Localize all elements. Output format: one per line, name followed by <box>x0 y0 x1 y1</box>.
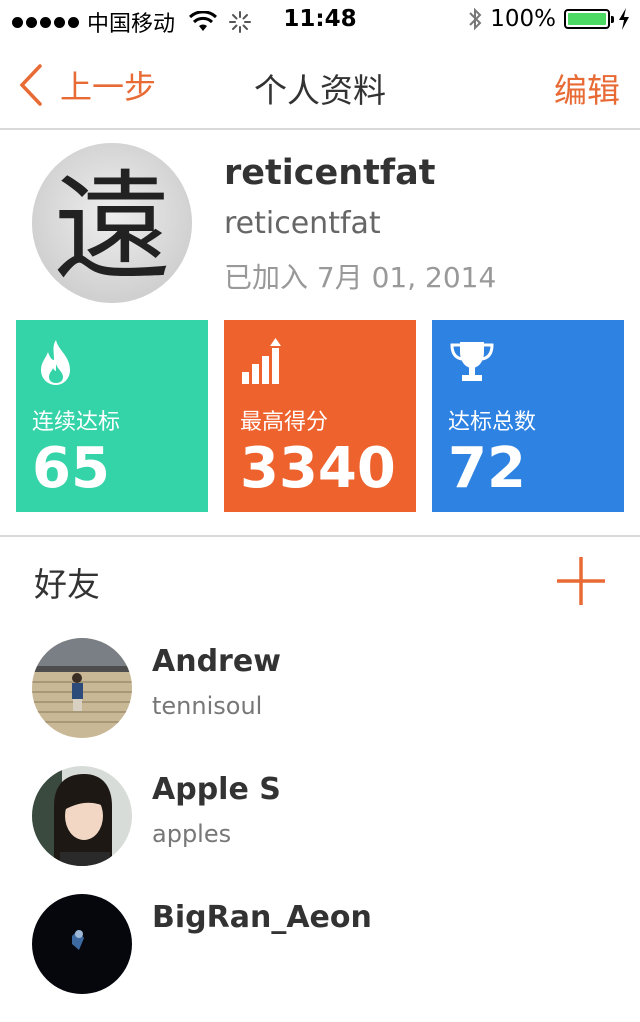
status-bar: 中国移动 11:48 100% <box>0 0 640 40</box>
friend-username: apples <box>152 820 232 848</box>
section-divider <box>0 535 640 537</box>
friend-name: Apple S <box>152 772 281 807</box>
friend-row[interactable]: Andrew tennisoul <box>0 638 640 766</box>
bluetooth-icon <box>469 7 482 31</box>
carrier-name: 中国移动 <box>87 12 176 37</box>
friend-row[interactable]: BigRan_Aeon <box>0 894 640 1022</box>
friend-username: tennisoul <box>152 692 263 720</box>
profile-display-name: reticentfat <box>224 153 436 193</box>
svg-text:遠: 遠 <box>53 158 171 296</box>
profile-username: reticentfat <box>224 206 381 241</box>
status-left: 中国移动 <box>12 6 252 38</box>
status-right: 100% <box>468 6 630 32</box>
wifi-icon <box>189 11 218 31</box>
battery-icon <box>564 9 614 29</box>
bar-chart-icon <box>242 338 281 384</box>
friend-name: Andrew <box>152 644 281 679</box>
signal-strength-icon <box>12 16 79 28</box>
add-friend-button[interactable] <box>556 556 606 606</box>
total-goals-tile[interactable]: 达标总数 72 <box>432 320 624 512</box>
total-goals-value: 72 <box>448 436 526 501</box>
back-button[interactable]: 上一步 <box>18 62 156 108</box>
streak-value: 65 <box>32 436 110 501</box>
battery-percent: 100% <box>490 6 556 32</box>
streak-label: 连续达标 <box>32 410 121 435</box>
friend-avatar <box>32 766 132 866</box>
friend-avatar <box>32 894 132 994</box>
activity-spinner-icon <box>229 11 252 33</box>
trophy-icon <box>450 342 494 381</box>
high-score-value: 3340 <box>240 436 396 501</box>
high-score-label: 最高得分 <box>240 410 329 435</box>
chiphell-logo-icon <box>564 868 620 944</box>
total-goals-label: 达标总数 <box>448 410 537 435</box>
plus-icon <box>557 557 605 605</box>
flame-icon <box>41 340 70 385</box>
profile-join-date: 已加入 7月 01, 2014 <box>224 261 497 294</box>
edit-button[interactable]: 编辑 <box>554 64 620 112</box>
profile-avatar[interactable]: 遠 <box>32 143 192 303</box>
streak-tile[interactable]: 连续达标 65 <box>16 320 208 512</box>
back-label: 上一步 <box>60 68 157 106</box>
chevron-left-icon <box>19 64 42 106</box>
avatar-image: 遠 <box>32 143 192 303</box>
friend-avatar <box>32 638 132 738</box>
friend-name: BigRan_Aeon <box>152 900 372 935</box>
charging-icon <box>619 8 629 30</box>
friends-title: 好友 <box>34 565 100 604</box>
high-score-tile[interactable]: 最高得分 3340 <box>224 320 416 512</box>
nav-bar: 上一步 个人资料 编辑 <box>0 40 640 130</box>
